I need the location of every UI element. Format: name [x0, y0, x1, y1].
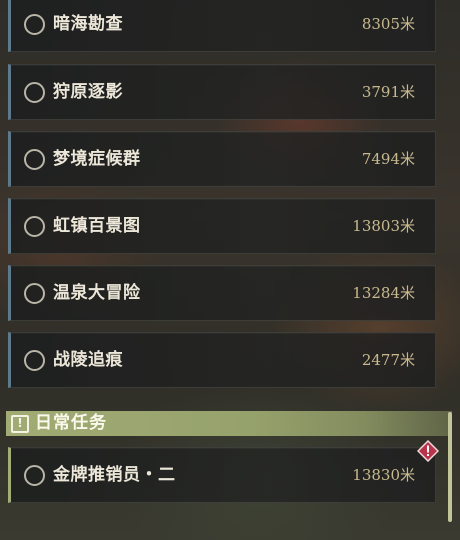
quest-distance: 3791米: [361, 83, 415, 101]
quest-track-radio[interactable]: [24, 216, 45, 237]
quest-track-radio[interactable]: [24, 149, 45, 170]
quest-name: 狩原逐影: [53, 82, 123, 102]
quest-row-1[interactable]: 暗海勘查 8305米: [8, 0, 436, 52]
scrollbar[interactable]: [448, 412, 452, 522]
quest-row-6[interactable]: 战陵追痕 2477米: [8, 332, 436, 388]
quest-name: 暗海勘查: [53, 14, 123, 34]
quest-name: 战陵追痕: [53, 350, 123, 370]
quest-distance: 13830米: [352, 466, 415, 484]
quest-track-radio[interactable]: [24, 14, 45, 35]
quest-distance: 8305米: [361, 15, 415, 33]
quest-row-5[interactable]: 温泉大冒险 13284米: [8, 265, 436, 321]
quest-distance: 7494米: [361, 150, 415, 168]
quest-track-radio[interactable]: [24, 465, 45, 486]
quest-distance: 2477米: [361, 351, 415, 369]
quest-row-4[interactable]: 虹镇百景图 13803米: [8, 198, 436, 254]
alert-diamond-icon: [417, 440, 439, 462]
quest-name: 梦境症候群: [53, 149, 141, 169]
quest-track-radio[interactable]: [24, 82, 45, 103]
quest-distance: 13803米: [352, 217, 415, 235]
exclamation-square-icon: [11, 415, 29, 433]
quest-list: 暗海勘查 8305米 狩原逐影 3791米 梦境症候群 7494米 虹镇百景图 …: [0, 0, 460, 540]
quest-row-2[interactable]: 狩原逐影 3791米: [8, 64, 436, 120]
daily-quests-section-header: 日常任务: [6, 411, 452, 436]
quest-distance: 13284米: [352, 284, 415, 302]
quest-name: 虹镇百景图: [53, 216, 141, 236]
section-title: 日常任务: [35, 413, 107, 433]
quest-track-radio[interactable]: [24, 283, 45, 304]
quest-track-radio[interactable]: [24, 350, 45, 371]
quest-row-3[interactable]: 梦境症候群 7494米: [8, 131, 436, 187]
quest-name: 金牌推销员・二: [53, 465, 176, 485]
daily-quest-row-1[interactable]: 金牌推销员・二 13830米: [8, 447, 436, 503]
quest-name: 温泉大冒险: [53, 283, 141, 303]
